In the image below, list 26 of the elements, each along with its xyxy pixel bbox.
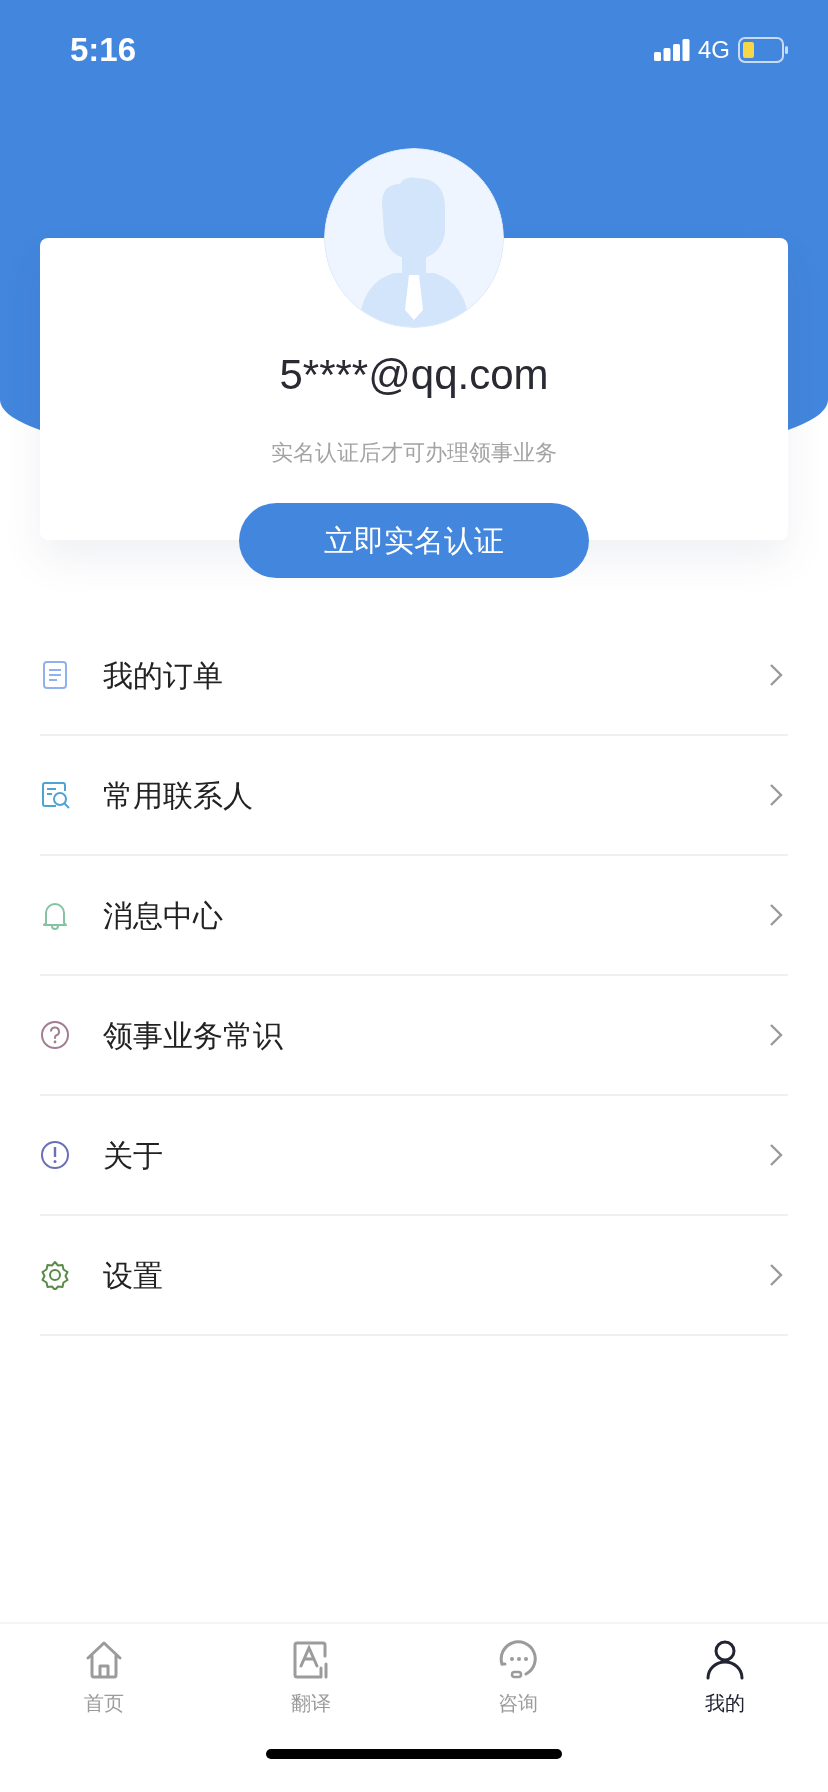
tab-item[interactable]: 我的 [621,1624,828,1719]
signal-icon [654,39,690,61]
verify-button[interactable]: 立即实名认证 [239,503,589,578]
contact-search-icon [40,780,70,810]
menu-item[interactable]: 消息中心 [40,856,788,976]
battery-icon [738,37,788,63]
question-icon [40,1020,70,1050]
clock-time: 5:16 [70,30,137,70]
chevron-icon [768,662,784,688]
menu-item[interactable]: 设置 [40,1216,788,1336]
chevron-icon [768,1262,784,1288]
chevron-icon [768,1142,784,1168]
chevron-icon [768,782,784,808]
bell-icon [40,900,70,930]
chevron-icon [768,902,784,928]
chevron-icon [768,1022,784,1048]
document-icon [40,660,70,690]
info-icon [40,1140,70,1170]
settings-icon [40,1260,70,1290]
menu-item[interactable]: 常用联系人 [40,736,788,856]
verification-hint: 实名认证后才可办理领事业务 [271,439,557,467]
network-label: 4G [698,35,730,65]
menu-item[interactable]: 领事业务常识 [40,976,788,1096]
menu-item[interactable]: 关于 [40,1096,788,1216]
account-email: 5****@qq.com [279,350,549,400]
menu-item[interactable]: 我的订单 [40,616,788,736]
